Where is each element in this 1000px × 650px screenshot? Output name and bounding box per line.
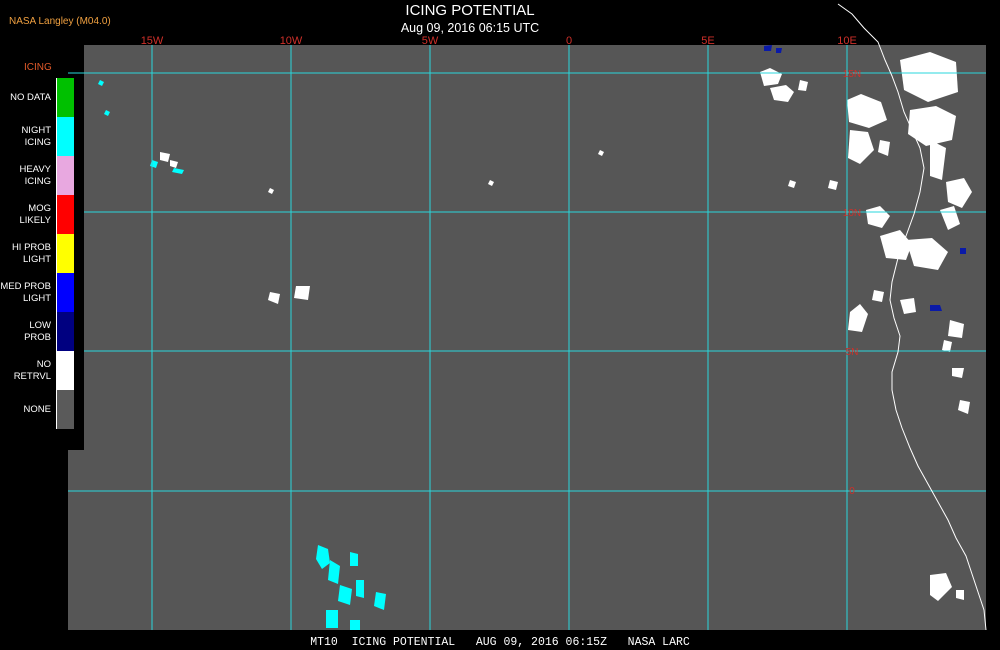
legend-swatch <box>57 195 74 234</box>
longitude-label: 5E <box>701 35 714 47</box>
legend-swatch <box>57 117 74 156</box>
legend-item-label: MOG LIKELY <box>19 202 51 226</box>
legend-swatch <box>57 156 74 195</box>
latitude-label: 5N <box>846 347 859 358</box>
legend-item: MOG LIKELY <box>0 195 84 234</box>
longitude-label: 10W <box>280 35 303 47</box>
footer-caption: MT10 ICING POTENTIAL AUG 09, 2016 06:15Z… <box>310 636 690 649</box>
longitude-label: 5W <box>422 35 439 47</box>
product-title: ICING POTENTIAL <box>405 2 535 19</box>
legend-title: ICING <box>24 62 52 73</box>
legend-item-label: HEAVY ICING <box>19 163 51 187</box>
legend-item: NIGHT ICING <box>0 117 84 156</box>
legend-swatch <box>57 351 74 390</box>
legend-item-label: NO RETRVL <box>13 358 51 382</box>
legend-item-label: NO DATA <box>10 91 51 103</box>
longitude-label: 10E <box>837 35 857 47</box>
latitude-label: 10N <box>843 208 861 219</box>
legend-item-label: NONE <box>23 403 51 415</box>
longitude-label: 0 <box>566 35 572 47</box>
legend-item-label: NIGHT ICING <box>21 124 51 148</box>
legend-item-label: HI PROB LIGHT <box>11 241 51 265</box>
legend-swatch <box>57 390 74 429</box>
icing-map: 15W 10W 5W 0 5E 10E 15N 10N 5N 0 <box>68 3 987 631</box>
longitude-label: 15W <box>141 35 164 47</box>
legend-item: NO DATA <box>0 78 84 117</box>
map-background <box>68 45 986 630</box>
legend-swatch <box>57 273 74 312</box>
legend-swatch <box>57 78 74 117</box>
legend: NO DATA NIGHT ICING HEAVY ICING MOG LIKELY H… <box>0 75 84 445</box>
legend-item: HEAVY ICING <box>0 156 84 195</box>
latitude-label: 15N <box>843 69 861 80</box>
latitude-label: 0 <box>849 486 855 497</box>
timestamp: Aug 09, 2016 06:15 UTC <box>400 21 540 35</box>
legend-item: NONE <box>0 390 84 429</box>
legend-item-label: LOW PROB <box>24 319 51 343</box>
legend-item: NO RETRVL <box>0 351 84 390</box>
legend-item: MED PROB LIGHT <box>0 273 84 312</box>
legend-item: LOW PROB <box>0 312 84 351</box>
legend-item: HI PROB LIGHT <box>0 234 84 273</box>
legend-item-label: MED PROB LIGHT <box>0 280 51 304</box>
legend-swatch <box>57 234 74 273</box>
legend-swatch <box>57 312 74 351</box>
